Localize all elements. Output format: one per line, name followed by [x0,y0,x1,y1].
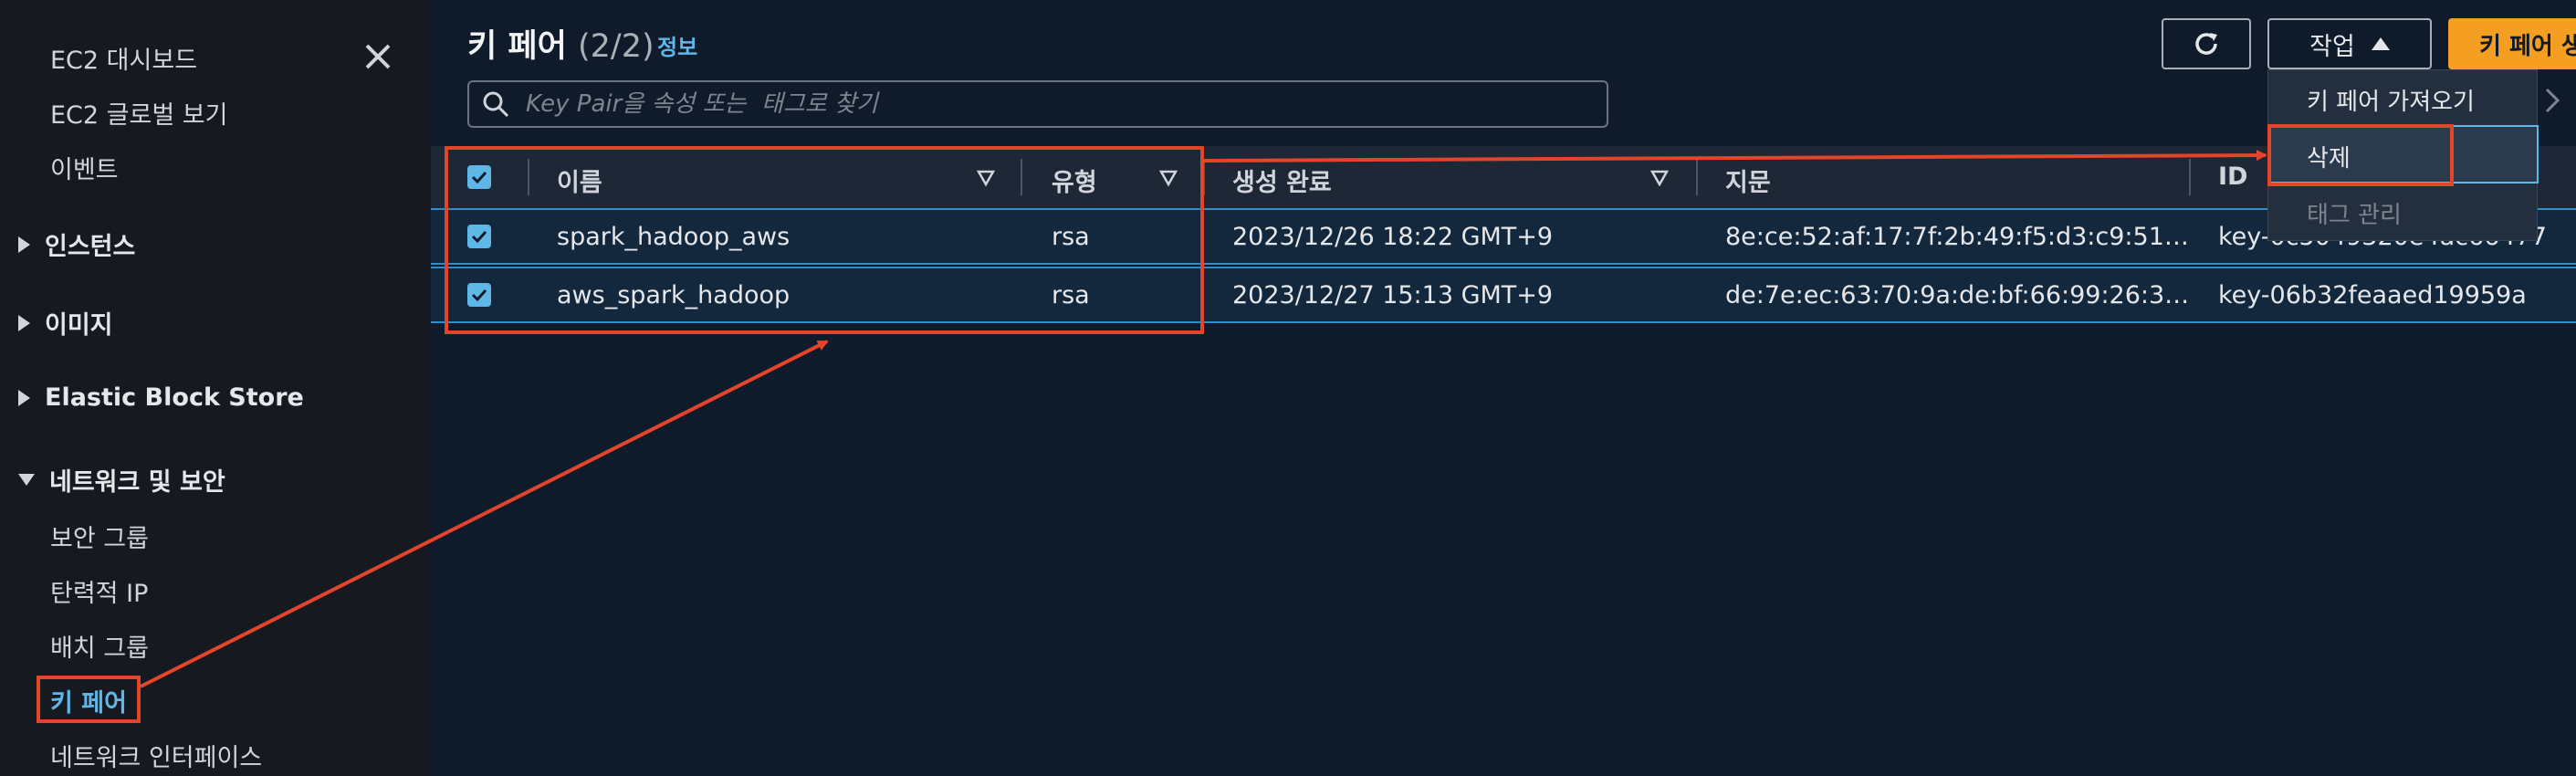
annotation-arrow-to-delete [1203,150,2267,163]
annotation-arrow-to-rows [140,340,829,688]
annotation-arrows [140,150,2267,688]
